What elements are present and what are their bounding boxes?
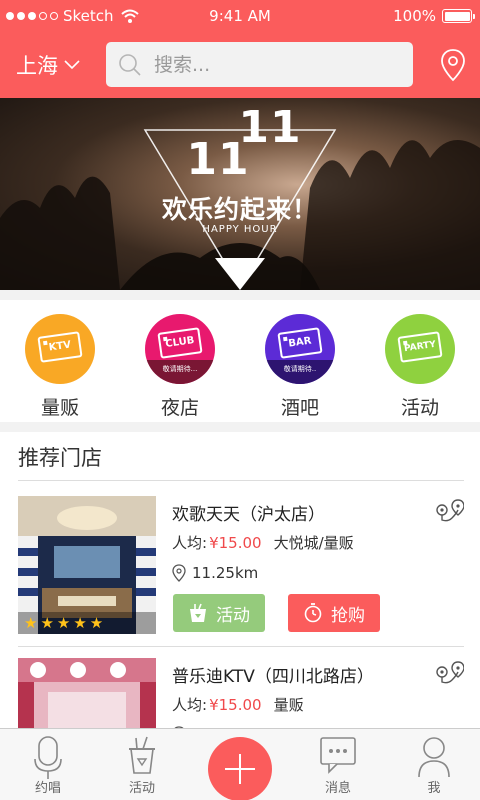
ticket-ktv: KTV <box>37 331 83 363</box>
tab-label: 约唱 <box>34 781 61 796</box>
route-button[interactable] <box>434 498 465 528</box>
store-name: 欢歌天天（沪太店） <box>172 505 325 525</box>
status-bar: Sketch 9:41 AM 100% <box>0 0 480 32</box>
ticket-club: CLUB <box>157 327 203 359</box>
promo-banner[interactable]: 11 11 欢乐约起来！ HAPPY HOUR <box>0 98 480 290</box>
section-title: 推荐门店 <box>18 446 102 470</box>
location-button[interactable] <box>440 48 466 86</box>
buy-label: 抢购 <box>331 605 365 626</box>
coming-soon-label: 敬请期待.. <box>265 360 335 384</box>
tab-activity[interactable]: 活动 <box>94 735 190 796</box>
tab-messages[interactable]: 消息 <box>290 735 386 796</box>
store-name: 普乐迪KTV（四川北路店） <box>172 667 374 687</box>
microphone-icon <box>34 736 62 779</box>
search-bar[interactable] <box>106 42 413 87</box>
ticket-party: PARTY <box>397 331 443 363</box>
bar-icon: BAR 敬请期待.. <box>265 314 335 384</box>
divider <box>18 646 464 647</box>
user-icon <box>418 737 450 778</box>
battery-percent: 100% <box>393 7 436 25</box>
divider <box>18 480 464 481</box>
price-label: 人均: <box>172 534 208 552</box>
flash-sale-button[interactable]: 抢购 <box>288 594 380 632</box>
category-label: 酒吧 <box>280 397 319 419</box>
create-button[interactable] <box>208 737 272 800</box>
recommended-section: 推荐门店 ★★★★★ 欢歌天天（沪太店） 人均: ¥15.00 大悦城/量贩 1… <box>0 432 480 728</box>
coming-soon-label: 敬请期待... <box>145 360 215 384</box>
app-header: Sketch 9:41 AM 100% 上海 <box>0 0 480 98</box>
tab-me[interactable]: 我 <box>386 735 480 796</box>
store-tags: 大悦城/量贩 <box>273 534 354 552</box>
chevron-down-icon <box>64 60 80 70</box>
banner-title: 欢乐约起来！ <box>161 195 318 224</box>
search-icon <box>119 53 141 76</box>
price-label: 人均: <box>172 696 208 714</box>
route-button[interactable] <box>434 660 465 690</box>
message-icon <box>320 737 356 774</box>
category-label: 活动 <box>400 397 439 419</box>
ticket-bar: BAR <box>277 327 323 359</box>
club-icon: CLUB 敬请期待... <box>145 314 215 384</box>
tab-label: 消息 <box>324 781 351 796</box>
store-card[interactable]: ★★★★★ 欢歌天天（沪太店） 人均: ¥15.00 大悦城/量贩 11.25km <box>0 494 480 647</box>
location-pin-icon <box>441 49 465 82</box>
category-ktv[interactable]: KTV 量贩 <box>0 300 120 422</box>
battery-icon <box>442 9 475 23</box>
city-name: 上海 <box>16 54 58 78</box>
category-grid: KTV 量贩 CLUB 敬请期待... 夜店 BAR 敬请期待.. 酒吧 PAR… <box>0 300 480 422</box>
store-distance: 11.25km <box>172 564 258 582</box>
distance-value: 11.25km <box>192 564 259 582</box>
store-card[interactable]: 普乐迪KTV（四川北路店） 人均: ¥15.00 量贩 <box>0 656 480 728</box>
category-label: 量贩 <box>40 397 79 419</box>
price-value: ¥15.00 <box>209 696 262 714</box>
banner-subtitle: HAPPY HOUR <box>202 224 278 235</box>
tab-sing[interactable]: 约唱 <box>0 735 96 796</box>
tab-label: 活动 <box>128 781 155 796</box>
category-bar[interactable]: BAR 敬请期待.. 酒吧 <box>240 300 360 422</box>
search-input[interactable] <box>154 53 394 76</box>
category-club[interactable]: CLUB 敬请期待... 夜店 <box>120 300 240 422</box>
ktv-room-image <box>18 658 156 728</box>
ice-bucket-icon <box>129 736 155 774</box>
city-selector[interactable]: 上海 <box>16 50 80 80</box>
ice-bucket-icon <box>190 603 206 622</box>
party-icon: PARTY <box>385 314 455 384</box>
store-meta: 人均: ¥15.00 大悦城/量贩 <box>172 532 354 553</box>
activity-label: 活动 <box>216 605 250 626</box>
category-party[interactable]: PARTY 活动 <box>360 300 480 422</box>
route-map-icon <box>436 661 465 684</box>
ktv-icon: KTV <box>25 314 95 384</box>
tab-label: 我 <box>427 781 441 796</box>
bottom-tab-bar: 约唱 活动 消息 我 <box>0 728 480 800</box>
location-pin-icon <box>172 564 186 582</box>
battery-status: 100% <box>393 7 475 25</box>
banner-number-front: 11 <box>186 134 250 185</box>
rating-stars: ★★★★★ <box>18 612 156 634</box>
store-tags: 量贩 <box>273 696 304 714</box>
category-label: 夜店 <box>160 397 199 419</box>
activity-button[interactable]: 活动 <box>173 594 265 632</box>
price-value: ¥15.00 <box>209 534 262 552</box>
store-meta: 人均: ¥15.00 量贩 <box>172 694 304 715</box>
route-map-icon <box>436 499 465 522</box>
store-thumbnail: ★★★★★ <box>18 496 156 634</box>
stopwatch-icon <box>304 603 322 623</box>
plus-icon <box>225 754 255 784</box>
store-thumbnail <box>18 658 156 728</box>
